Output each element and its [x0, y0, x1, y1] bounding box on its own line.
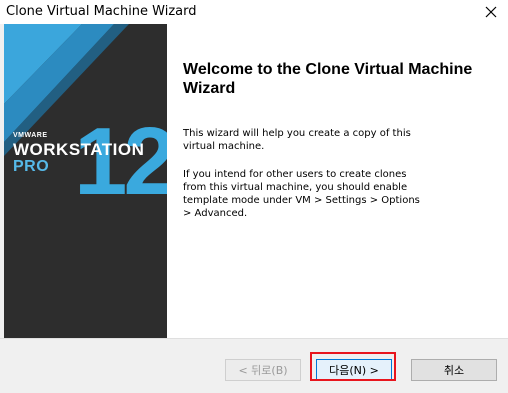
- clone-wizard-window: Clone Virtual Machine Wizard 12 VMWARE W…: [0, 0, 508, 393]
- button-bar: < 뒤로(B) 다음(N) > 취소: [0, 338, 508, 393]
- product-name: WORKSTATION: [13, 140, 145, 159]
- template-hint-text: If you intend for other users to create …: [183, 169, 420, 219]
- vmware-banner: 12 VMWARE WORKSTATION PRO: [4, 24, 167, 338]
- next-button[interactable]: 다음(N) >: [316, 359, 392, 381]
- banner-graphic: 12: [4, 24, 167, 215]
- page-title: Welcome to the Clone Virtual Machine Wiz…: [183, 61, 473, 97]
- back-button[interactable]: < 뒤로(B): [225, 359, 301, 381]
- wizard-content: Welcome to the Clone Virtual Machine Wiz…: [167, 24, 508, 338]
- version-number: 12: [74, 108, 167, 215]
- product-edition: PRO: [13, 158, 50, 175]
- intro-text: This wizard will help you create a copy …: [183, 128, 411, 152]
- cancel-button[interactable]: 취소: [411, 359, 497, 381]
- title-bar: Clone Virtual Machine Wizard: [0, 0, 508, 25]
- vendor-name: VMWARE: [13, 132, 48, 139]
- window-title: Clone Virtual Machine Wizard: [6, 4, 197, 19]
- close-icon: [485, 6, 497, 18]
- close-button[interactable]: [474, 0, 508, 24]
